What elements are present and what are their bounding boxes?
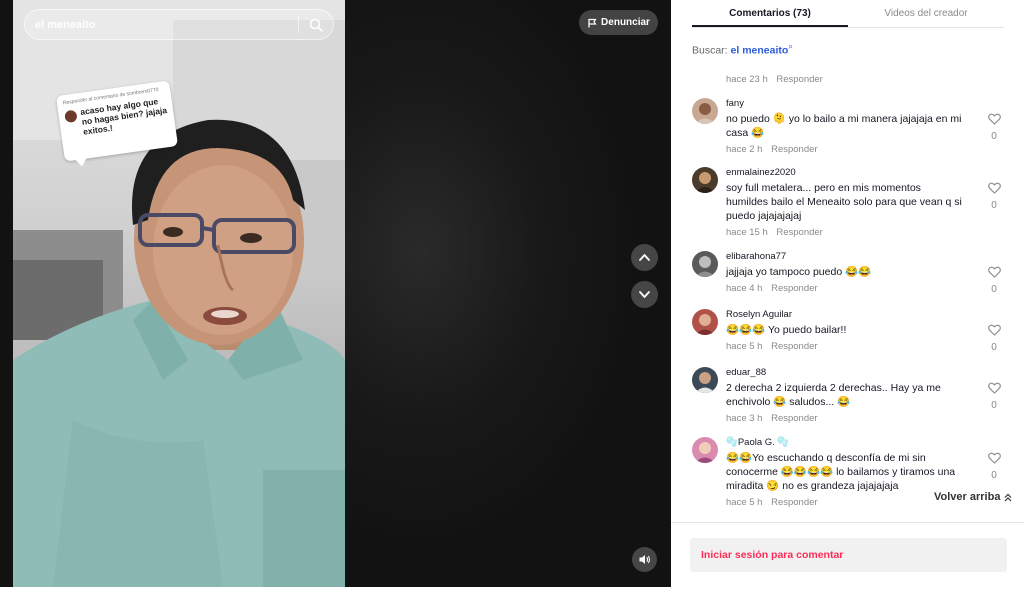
avatar[interactable] (692, 167, 718, 193)
avatar[interactable] (692, 437, 718, 463)
login-to-comment-button[interactable]: Iniciar sesión para comentar (690, 538, 1007, 572)
comment-meta: hace 5 h Responder (726, 341, 962, 352)
related-search-link[interactable]: el meneaito (731, 45, 789, 57)
comment-meta: hace 2 h Responder (726, 144, 962, 155)
volume-button[interactable] (632, 547, 657, 572)
comment-time: hace 2 h (726, 144, 763, 155)
comment-time: hace 4 h (726, 283, 763, 294)
search-icon: ⌕ (788, 42, 793, 51)
avatar[interactable] (692, 309, 718, 335)
comment-meta: hace 3 h Responder (726, 413, 962, 424)
video-still-image (13, 0, 345, 587)
reply-link[interactable]: Responder (771, 413, 817, 424)
comment-time: hace 15 h (726, 227, 768, 238)
like-button[interactable]: 0 (986, 451, 1002, 481)
chevron-up-icon (639, 254, 650, 261)
comment-time: hace 5 h (726, 341, 763, 352)
heart-icon (987, 182, 1001, 194)
panel-tabs: Comentarios (73) Videos del creador (692, 0, 1004, 27)
comment-time: hace 5 h (726, 497, 763, 508)
like-button[interactable]: 0 (986, 265, 1002, 295)
reply-sticker-avatar (64, 109, 78, 124)
tab-creator-videos[interactable]: Videos del creador (848, 0, 1004, 27)
like-button[interactable]: 0 (986, 181, 1002, 211)
video-search-bar[interactable]: el meneaito (24, 9, 334, 40)
comment-username[interactable]: Roselyn Aguilar (726, 309, 962, 320)
reply-link[interactable]: Responder (771, 497, 817, 508)
chevron-down-icon (639, 291, 650, 298)
comment-list[interactable]: hace 23 h Responder fany no puedo 🫠 yo l… (671, 66, 1024, 523)
avatar[interactable] (692, 251, 718, 277)
search-icon (309, 18, 323, 32)
like-count: 0 (991, 342, 997, 353)
reply-link[interactable]: Responder (776, 74, 822, 85)
like-button[interactable]: 0 (986, 381, 1002, 411)
comment-meta: hace 4 h Responder (726, 283, 962, 294)
video-player[interactable]: el meneaito Denunciar Responder al comen… (0, 0, 671, 587)
back-to-top-button[interactable]: Volver arriba (930, 489, 1017, 505)
avatar[interactable] (692, 98, 718, 124)
flag-icon (588, 18, 597, 27)
comment-time: hace 23 h (726, 74, 768, 85)
next-video-button[interactable] (631, 281, 658, 308)
comment-text: no puedo 🫠 yo lo bailo a mi manera jajaj… (726, 113, 962, 139)
reply-link[interactable]: Responder (771, 283, 817, 294)
comment-username[interactable]: elibarahona77 (726, 251, 962, 262)
comment-username[interactable]: fany (726, 98, 962, 109)
comment-username[interactable]: enmalainez2020 (726, 167, 962, 178)
heart-icon (987, 382, 1001, 394)
comment-meta: hace 15 h Responder (726, 227, 962, 238)
reply-link[interactable]: Responder (776, 227, 822, 238)
comment-username[interactable]: 🫧Paola G. 🫧 (726, 437, 962, 448)
tab-comments[interactable]: Comentarios (73) (692, 0, 848, 27)
heart-icon (987, 324, 1001, 336)
comment-username[interactable]: eduar_88 (726, 367, 962, 378)
comment-meta: hace 23 h Responder (726, 74, 823, 85)
video-frame[interactable] (13, 0, 345, 587)
comment-meta: hace 5 h Responder (726, 497, 962, 508)
related-search-prefix: Buscar: (692, 44, 728, 57)
volume-icon (639, 555, 650, 564)
previous-video-button[interactable] (631, 244, 658, 271)
like-count: 0 (991, 200, 997, 211)
like-count: 0 (991, 470, 997, 481)
reply-link[interactable]: Responder (771, 144, 817, 155)
comment-text: jajjaja yo tampoco puedo 😂😂 (726, 266, 872, 278)
bottom-strip (0, 587, 1024, 594)
like-button[interactable]: 0 (986, 323, 1002, 353)
heart-icon (987, 266, 1001, 278)
back-to-top-label: Volver arriba (934, 491, 1001, 503)
like-button[interactable]: 0 (986, 112, 1002, 142)
comment-text: 2 derecha 2 izquierda 2 derechas.. Hay y… (726, 382, 941, 408)
heart-icon (987, 113, 1001, 125)
search-button[interactable] (299, 10, 333, 39)
comment-text: 😂😂😂 Yo puedo bailar!! (726, 324, 847, 336)
tabs-divider (692, 27, 1004, 28)
like-count: 0 (991, 284, 997, 295)
like-count: 0 (991, 400, 997, 411)
avatar[interactable] (692, 367, 718, 393)
comment-text: soy full metalera... pero en mis momento… (726, 182, 962, 222)
panel-divider (671, 522, 1024, 523)
related-search: Buscar: el meneaito⌕ (692, 42, 793, 57)
like-count: 0 (991, 131, 997, 142)
comment-time: hace 3 h (726, 413, 763, 424)
double-chevron-up-icon (1005, 493, 1012, 501)
report-button[interactable]: Denunciar (579, 10, 658, 35)
reply-link[interactable]: Responder (771, 341, 817, 352)
video-search-input[interactable]: el meneaito (25, 19, 298, 31)
comment-text: 😂😂Yo escuchando q desconfía de mi sin co… (726, 452, 956, 492)
report-label: Denunciar (601, 17, 650, 28)
app: el meneaito Denunciar Responder al comen… (0, 0, 1024, 594)
heart-icon (987, 452, 1001, 464)
